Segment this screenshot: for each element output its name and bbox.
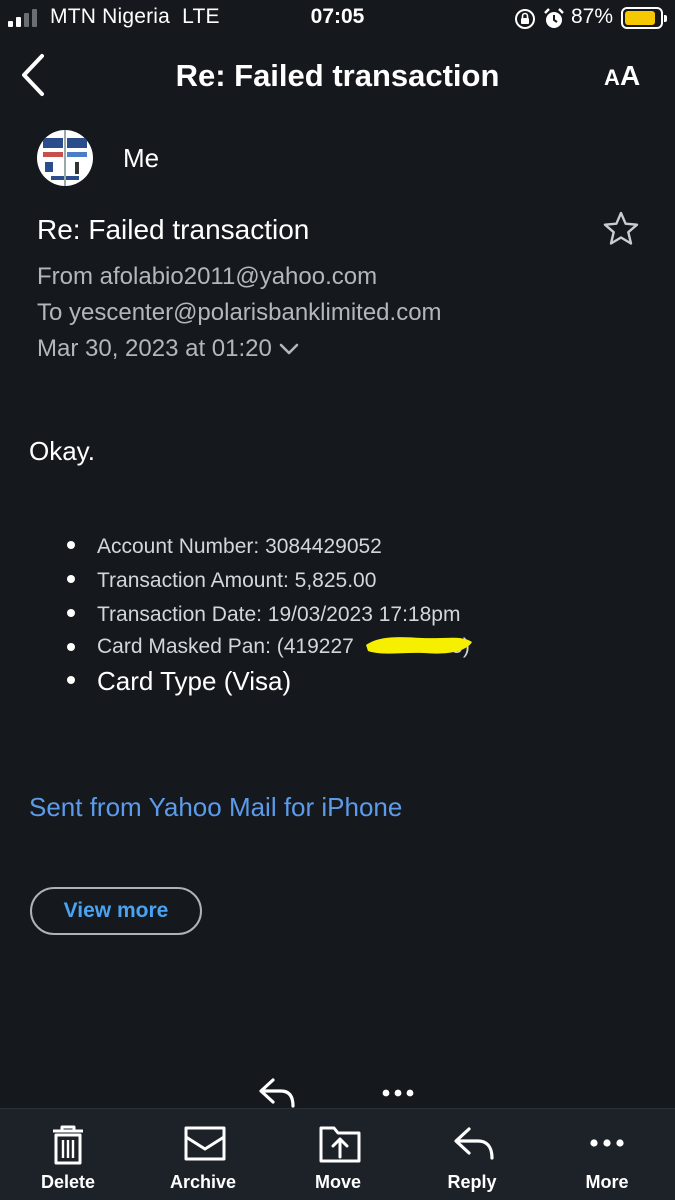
bottom-toolbar: Delete Archive Move Reply More (0, 1108, 675, 1200)
battery-fill (625, 11, 655, 25)
star-button[interactable] (602, 210, 640, 248)
archive-icon (184, 1126, 226, 1161)
view-more-button[interactable]: View more (30, 887, 202, 935)
reply-button[interactable]: Reply (412, 1109, 532, 1200)
battery-percent: 87% (571, 5, 614, 28)
to-line: To yescenter@polarisbanklimited.com (37, 299, 442, 326)
transaction-details: Account Number: 3084429052 Transaction A… (67, 530, 470, 700)
alarm-icon (544, 8, 564, 28)
list-item: Transaction Date: 19/03/2023 17:18pm (67, 598, 470, 632)
toolbar-label: Reply (447, 1172, 497, 1192)
date-text: Mar 30, 2023 at 01:20 (37, 335, 272, 362)
orientation-lock-icon (515, 9, 535, 29)
list-item: Card Type (Visa) (67, 662, 470, 700)
toolbar-label: Move (314, 1172, 361, 1192)
toolbar-label: Archive (169, 1172, 237, 1192)
text-size-button[interactable]: AA (600, 56, 650, 96)
card-pan-prefix: Card Masked Pan: (419227 (97, 635, 354, 658)
redaction-mark (366, 637, 472, 654)
page-title: Re: Failed transaction (175, 58, 500, 93)
sender-name: Me (123, 143, 160, 173)
floating-reply-button[interactable] (257, 1074, 297, 1110)
more-icon (590, 1139, 624, 1147)
reply-icon (259, 1078, 295, 1108)
email-subject: Re: Failed transaction (37, 214, 310, 245)
archive-button[interactable]: Archive (143, 1109, 263, 1200)
status-icons (514, 7, 570, 31)
move-button[interactable]: Move (278, 1109, 398, 1200)
signature-link[interactable]: Sent from Yahoo Mail for iPhone (29, 792, 402, 823)
chevron-down-icon (279, 343, 299, 355)
more-button[interactable]: More (547, 1109, 667, 1200)
list-item: Account Number: 3084429052 (67, 530, 470, 564)
reply-icon (454, 1127, 494, 1160)
from-line: From afolabio2011@yahoo.com (37, 263, 378, 290)
move-icon (319, 1126, 361, 1163)
trash-icon (53, 1125, 83, 1165)
more-icon (382, 1089, 414, 1097)
floating-more-button[interactable] (380, 1086, 416, 1100)
avatar (37, 130, 93, 186)
toolbar-label: Delete (40, 1172, 96, 1192)
star-icon (603, 211, 639, 245)
body-greeting: Okay. (29, 436, 95, 466)
date-line[interactable]: Mar 30, 2023 at 01:20 (37, 335, 300, 363)
delete-button[interactable]: Delete (8, 1109, 128, 1200)
status-bar: MTN Nigeria LTE 07:05 87% (0, 0, 675, 38)
toolbar-label: More (585, 1172, 629, 1192)
list-item: Transaction Amount: 5,825.00 (67, 564, 470, 598)
battery-icon (621, 7, 667, 29)
